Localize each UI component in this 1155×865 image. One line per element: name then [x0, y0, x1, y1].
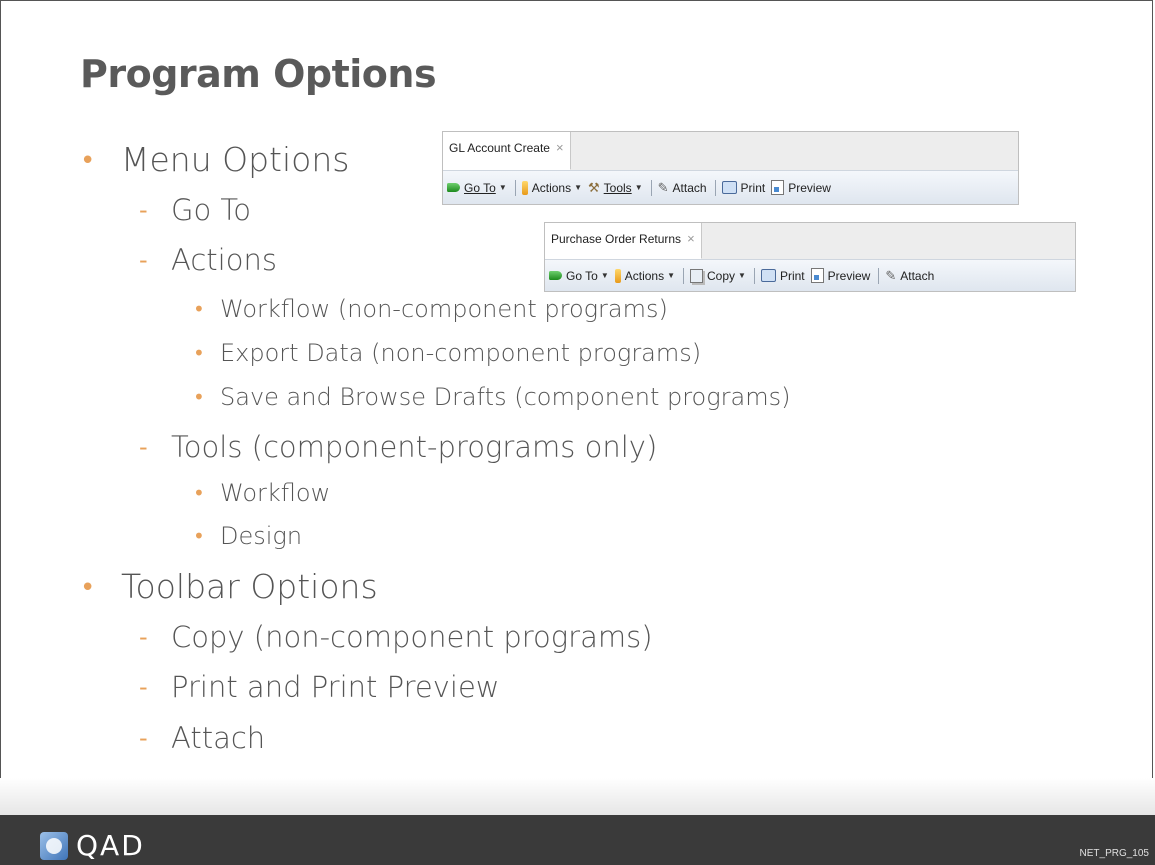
preview-icon [771, 180, 785, 195]
goto-menu-button[interactable]: Go To ▼ [447, 181, 507, 195]
separator [878, 267, 880, 284]
bullet-icon: • [80, 573, 96, 603]
paperclip-icon: ✎ [657, 179, 669, 195]
chevron-down-icon: ▼ [667, 271, 676, 280]
slide-code: NET_PRG_105 [1079, 848, 1149, 859]
toolbar: Go To ▼ Actions ▼ ⚒ Tools ▼ ✎ Attach Print Pr… [443, 170, 1018, 204]
goto-icon [447, 183, 460, 192]
outline-item: Menu Options [121, 140, 350, 179]
goto-icon [549, 271, 562, 280]
dash-icon: - [139, 196, 148, 224]
qad-logo-icon [40, 831, 68, 860]
tools-icon: ⚒ [588, 179, 600, 195]
preview-icon [810, 268, 824, 283]
slide-footer: QAD NET_PRG_105 [0, 815, 1155, 865]
print-button[interactable]: Print [721, 181, 765, 195]
separator [514, 179, 516, 196]
toolbar: Go To ▼ Actions ▼ Copy ▼ Print Preview ✎ Att… [545, 259, 1075, 291]
separator [714, 179, 716, 196]
tab-strip: Purchase Order Returns × [545, 223, 1075, 259]
bullet-icon: • [80, 146, 96, 176]
actions-icon [521, 180, 528, 195]
paperclip-icon: ✎ [885, 267, 897, 283]
actions-menu-button[interactable]: Actions ▼ [614, 268, 676, 283]
attach-button[interactable]: ✎ Attach [658, 180, 707, 196]
outline-item: Actions [171, 243, 277, 277]
separator [683, 267, 685, 284]
chevron-down-icon: ▼ [634, 183, 643, 192]
bullet-icon: • [193, 341, 205, 365]
tab-purchase-order-returns[interactable]: Purchase Order Returns × [545, 223, 702, 259]
actions-icon [614, 268, 621, 283]
outline-item: Tools (component-programs only) [171, 430, 658, 464]
outline-item: Export Data (non-component programs) [220, 339, 702, 367]
gl-account-create-window: GL Account Create × Go To ▼ Actions ▼ ⚒ Tool… [442, 131, 1019, 205]
bullet-icon: • [193, 524, 205, 548]
outline-item: Save and Browse Drafts (component progra… [220, 383, 791, 411]
tab-label: Purchase Order Returns [551, 232, 682, 246]
tab-label: GL Account Create [449, 141, 550, 155]
chevron-down-icon: ▼ [600, 271, 609, 280]
bullet-icon: • [193, 481, 205, 505]
copy-icon [690, 268, 704, 283]
outline-item: Copy (non-component programs) [171, 620, 653, 654]
dash-icon: - [139, 246, 148, 274]
footer-gradient [0, 778, 1155, 815]
preview-button[interactable]: Preview [771, 180, 831, 195]
chevron-down-icon: ▼ [574, 183, 583, 192]
printer-icon [760, 269, 776, 282]
outline-item: Go To [171, 193, 251, 227]
dash-icon: - [139, 724, 148, 752]
slide-title: Program Options [80, 52, 437, 96]
goto-menu-button[interactable]: Go To ▼ [549, 269, 609, 283]
attach-button[interactable]: ✎ Attach [885, 268, 934, 284]
close-icon[interactable]: × [556, 140, 564, 155]
tools-menu-button[interactable]: ⚒ Tools ▼ [588, 180, 643, 196]
actions-menu-button[interactable]: Actions ▼ [521, 180, 583, 195]
copy-button[interactable]: Copy ▼ [690, 268, 746, 283]
outline-item: Attach [171, 721, 266, 755]
purchase-order-returns-window: Purchase Order Returns × Go To ▼ Actions ▼ … [544, 222, 1076, 292]
logo-text: QAD [76, 829, 145, 862]
tab-strip: GL Account Create × [443, 132, 1018, 170]
separator [650, 179, 652, 196]
bullet-icon: • [193, 297, 205, 321]
bullet-icon: • [193, 385, 205, 409]
dash-icon: - [139, 623, 148, 651]
outline-item: Toolbar Options [121, 567, 378, 606]
print-button[interactable]: Print [760, 269, 805, 283]
separator [753, 267, 755, 284]
outline-item: Print and Print Preview [171, 670, 500, 704]
tab-gl-account-create[interactable]: GL Account Create × [443, 132, 571, 170]
dash-icon: - [139, 673, 148, 701]
dash-icon: - [139, 433, 148, 461]
outline-item: Workflow (non-component programs) [220, 295, 668, 323]
printer-icon [721, 181, 737, 194]
outline-item: Design [220, 522, 303, 550]
preview-button[interactable]: Preview [810, 268, 870, 283]
chevron-down-icon: ▼ [498, 183, 507, 192]
chevron-down-icon: ▼ [738, 271, 746, 280]
close-icon[interactable]: × [687, 231, 695, 246]
qad-logo: QAD [40, 829, 145, 862]
outline-item: Workflow [220, 479, 331, 507]
